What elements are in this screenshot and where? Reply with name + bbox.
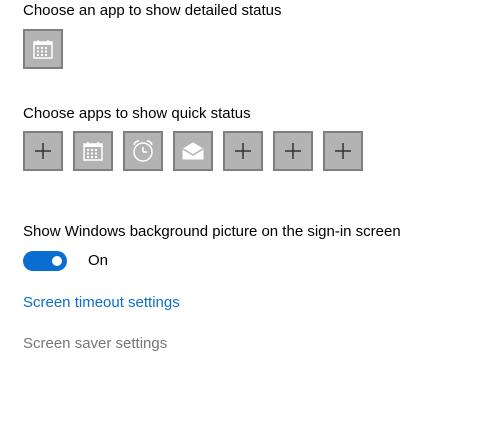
quick-status-slot-5-button[interactable] bbox=[223, 131, 263, 171]
detailed-status-heading: Choose an app to show detailed status bbox=[23, 2, 282, 19]
plus-icon bbox=[235, 143, 251, 159]
quick-status-slot-2-button[interactable] bbox=[73, 131, 113, 171]
plus-icon bbox=[335, 143, 351, 159]
lock-screen-settings: Choose an app to show detailed status Ch… bbox=[0, 0, 502, 431]
quick-status-slot-1-button[interactable] bbox=[23, 131, 63, 171]
plus-icon bbox=[35, 143, 51, 159]
quick-status-tiles bbox=[23, 131, 363, 171]
background-picture-toggle-row: On bbox=[23, 251, 108, 271]
toggle-knob bbox=[52, 256, 62, 266]
detailed-status-app-button[interactable] bbox=[23, 29, 63, 69]
screen-timeout-settings-link[interactable]: Screen timeout settings bbox=[23, 294, 180, 312]
quick-status-slot-3-button[interactable] bbox=[123, 131, 163, 171]
mail-icon bbox=[182, 142, 204, 160]
plus-icon bbox=[285, 143, 301, 159]
quick-status-heading: Choose apps to show quick status bbox=[23, 105, 251, 122]
background-picture-heading: Show Windows background picture on the s… bbox=[23, 223, 401, 240]
toggle-state-label: On bbox=[88, 252, 109, 269]
quick-status-slot-7-button[interactable] bbox=[323, 131, 363, 171]
quick-status-slot-4-button[interactable] bbox=[173, 131, 213, 171]
screen-saver-settings-link[interactable]: Screen saver settings bbox=[23, 335, 167, 353]
alarm-clock-icon bbox=[133, 140, 153, 162]
calendar-icon bbox=[33, 40, 53, 59]
calendar-icon bbox=[83, 142, 103, 161]
detailed-status-tiles bbox=[23, 29, 63, 69]
background-picture-toggle[interactable] bbox=[23, 251, 67, 271]
quick-status-slot-6-button[interactable] bbox=[273, 131, 313, 171]
